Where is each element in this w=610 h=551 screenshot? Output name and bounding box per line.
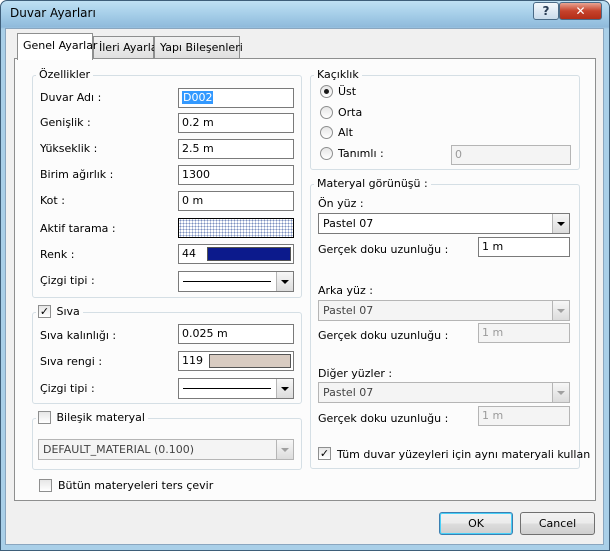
- chevron-down-icon: [557, 308, 565, 313]
- hatch-pattern-swatch[interactable]: [178, 218, 294, 238]
- wall-name-value: D002: [182, 91, 214, 104]
- other-faces-value: Pastel 07: [323, 386, 374, 399]
- invert-materials-label[interactable]: Bütün materyeleri ters çevir: [58, 479, 213, 492]
- front-texture-length-field[interactable]: 1 m: [478, 237, 570, 257]
- unit-weight-field[interactable]: 1300: [178, 165, 294, 185]
- plaster-color-index: 119: [182, 354, 203, 367]
- wall-name-label: Duvar Adı :: [40, 91, 102, 104]
- help-button[interactable]: ?: [533, 2, 559, 20]
- offset-group-title: Kaçıklık: [314, 68, 362, 81]
- color-swatch: [207, 247, 291, 261]
- material-group-title: Materyal görünüşü :: [314, 177, 431, 190]
- plaster-checkbox[interactable]: ✓: [38, 304, 51, 318]
- back-texture-length-field[interactable]: 1 m: [478, 323, 570, 343]
- plaster-linetype-dropdown-arrow[interactable]: [276, 379, 293, 398]
- back-face-dropdown-arrow[interactable]: [552, 301, 569, 320]
- back-face-dropdown[interactable]: Pastel 07: [318, 300, 570, 321]
- back-face-label: Arka yüz :: [318, 284, 373, 297]
- other-faces-dropdown[interactable]: Pastel 07: [318, 382, 570, 403]
- properties-group: [32, 75, 302, 298]
- plaster-thickness-field[interactable]: 0.025 m: [178, 324, 294, 344]
- elevation-label: Kot :: [40, 194, 65, 207]
- tab-components[interactable]: Yapı Bileşenleri: [154, 36, 243, 58]
- same-material-label[interactable]: Tüm duvar yüzeyleri için aynı materyali …: [337, 448, 590, 461]
- linetype-label: Çizgi tipi :: [40, 274, 95, 287]
- offset-bottom-radio[interactable]: [320, 126, 333, 139]
- plaster-linetype-preview: [183, 388, 271, 389]
- linetype-dropdown-arrow[interactable]: [276, 272, 293, 291]
- plaster-color-label: Sıva rengi :: [40, 355, 103, 368]
- other-texture-length-label: Gerçek doku uzunluğu :: [318, 412, 449, 425]
- composite-checkbox[interactable]: [38, 410, 51, 424]
- other-texture-length-field[interactable]: 1 m: [478, 406, 570, 426]
- tab-general[interactable]: Genel Ayarlar: [17, 33, 97, 60]
- chevron-down-icon: [281, 447, 289, 452]
- cancel-button[interactable]: Cancel: [520, 512, 595, 535]
- plaster-color-swatch: [209, 354, 291, 368]
- linetype-preview: [183, 281, 271, 282]
- front-face-dropdown-arrow[interactable]: [552, 214, 569, 233]
- ok-button[interactable]: OK: [439, 512, 513, 535]
- chevron-down-icon: [557, 221, 565, 226]
- composite-material-dropdown[interactable]: DEFAULT_MATERIAL (0.100): [38, 439, 294, 460]
- plaster-group-header: ✓ Sıva: [36, 304, 83, 318]
- hatch-label: Aktif tarama :: [40, 222, 116, 235]
- height-label: Yükseklik :: [40, 142, 98, 155]
- same-material-checkbox[interactable]: ✓: [318, 447, 331, 460]
- offset-defined-radio[interactable]: [320, 147, 333, 160]
- composite-group-header: Bileşik materyal: [36, 410, 148, 424]
- back-texture-length-label: Gerçek doku uzunluğu :: [318, 329, 449, 342]
- offset-top-radio[interactable]: [320, 85, 333, 98]
- window-title: Duvar Ayarları: [10, 6, 96, 20]
- front-texture-length-label: Gerçek doku uzunluğu :: [318, 243, 449, 256]
- wall-name-field[interactable]: D002: [178, 88, 294, 108]
- offset-defined-field[interactable]: 0: [451, 145, 571, 165]
- chevron-down-icon: [557, 390, 565, 395]
- color-index: 44: [182, 247, 196, 260]
- offset-middle-radio[interactable]: [320, 106, 333, 119]
- plaster-linetype-dropdown[interactable]: [178, 378, 294, 399]
- other-faces-label: Diğer yüzler :: [318, 367, 393, 380]
- offset-middle-label[interactable]: Orta: [338, 106, 362, 119]
- width-label: Genişlik :: [40, 116, 91, 129]
- front-face-dropdown[interactable]: Pastel 07: [318, 213, 570, 234]
- width-field[interactable]: 0.2 m: [178, 113, 294, 133]
- close-button[interactable]: ✕: [559, 2, 602, 20]
- linetype-dropdown[interactable]: [178, 271, 294, 292]
- offset-top-label[interactable]: Üst: [338, 85, 356, 98]
- plaster-color-picker[interactable]: 119: [178, 351, 294, 371]
- composite-dropdown-arrow[interactable]: [276, 440, 293, 459]
- composite-material-value: DEFAULT_MATERIAL (0.100): [43, 443, 195, 456]
- offset-defined-label[interactable]: Tanımlı :: [338, 147, 384, 160]
- height-field[interactable]: 2.5 m: [178, 139, 294, 159]
- color-label: Renk :: [40, 248, 75, 261]
- front-face-value: Pastel 07: [323, 217, 374, 230]
- plaster-title: Sıva: [56, 304, 80, 318]
- invert-materials-checkbox[interactable]: [39, 479, 52, 492]
- composite-title: Bileşik materyal: [56, 410, 145, 424]
- tab-advanced[interactable]: İleri Ayarlar: [93, 36, 162, 58]
- back-face-value: Pastel 07: [323, 304, 374, 317]
- plaster-linetype-label: Çizgi tipi :: [40, 382, 95, 395]
- color-picker[interactable]: 44: [178, 244, 294, 264]
- properties-group-title: Özellikler: [36, 68, 94, 81]
- chevron-down-icon: [281, 279, 289, 284]
- plaster-thickness-label: Sıva kalınlığı :: [40, 329, 117, 342]
- unit-weight-label: Birim ağırlık :: [40, 168, 114, 181]
- chevron-down-icon: [281, 386, 289, 391]
- front-face-label: Ön yüz :: [318, 197, 364, 210]
- other-faces-dropdown-arrow[interactable]: [552, 383, 569, 402]
- elevation-field[interactable]: 0 m: [178, 191, 294, 211]
- offset-bottom-label[interactable]: Alt: [338, 126, 353, 139]
